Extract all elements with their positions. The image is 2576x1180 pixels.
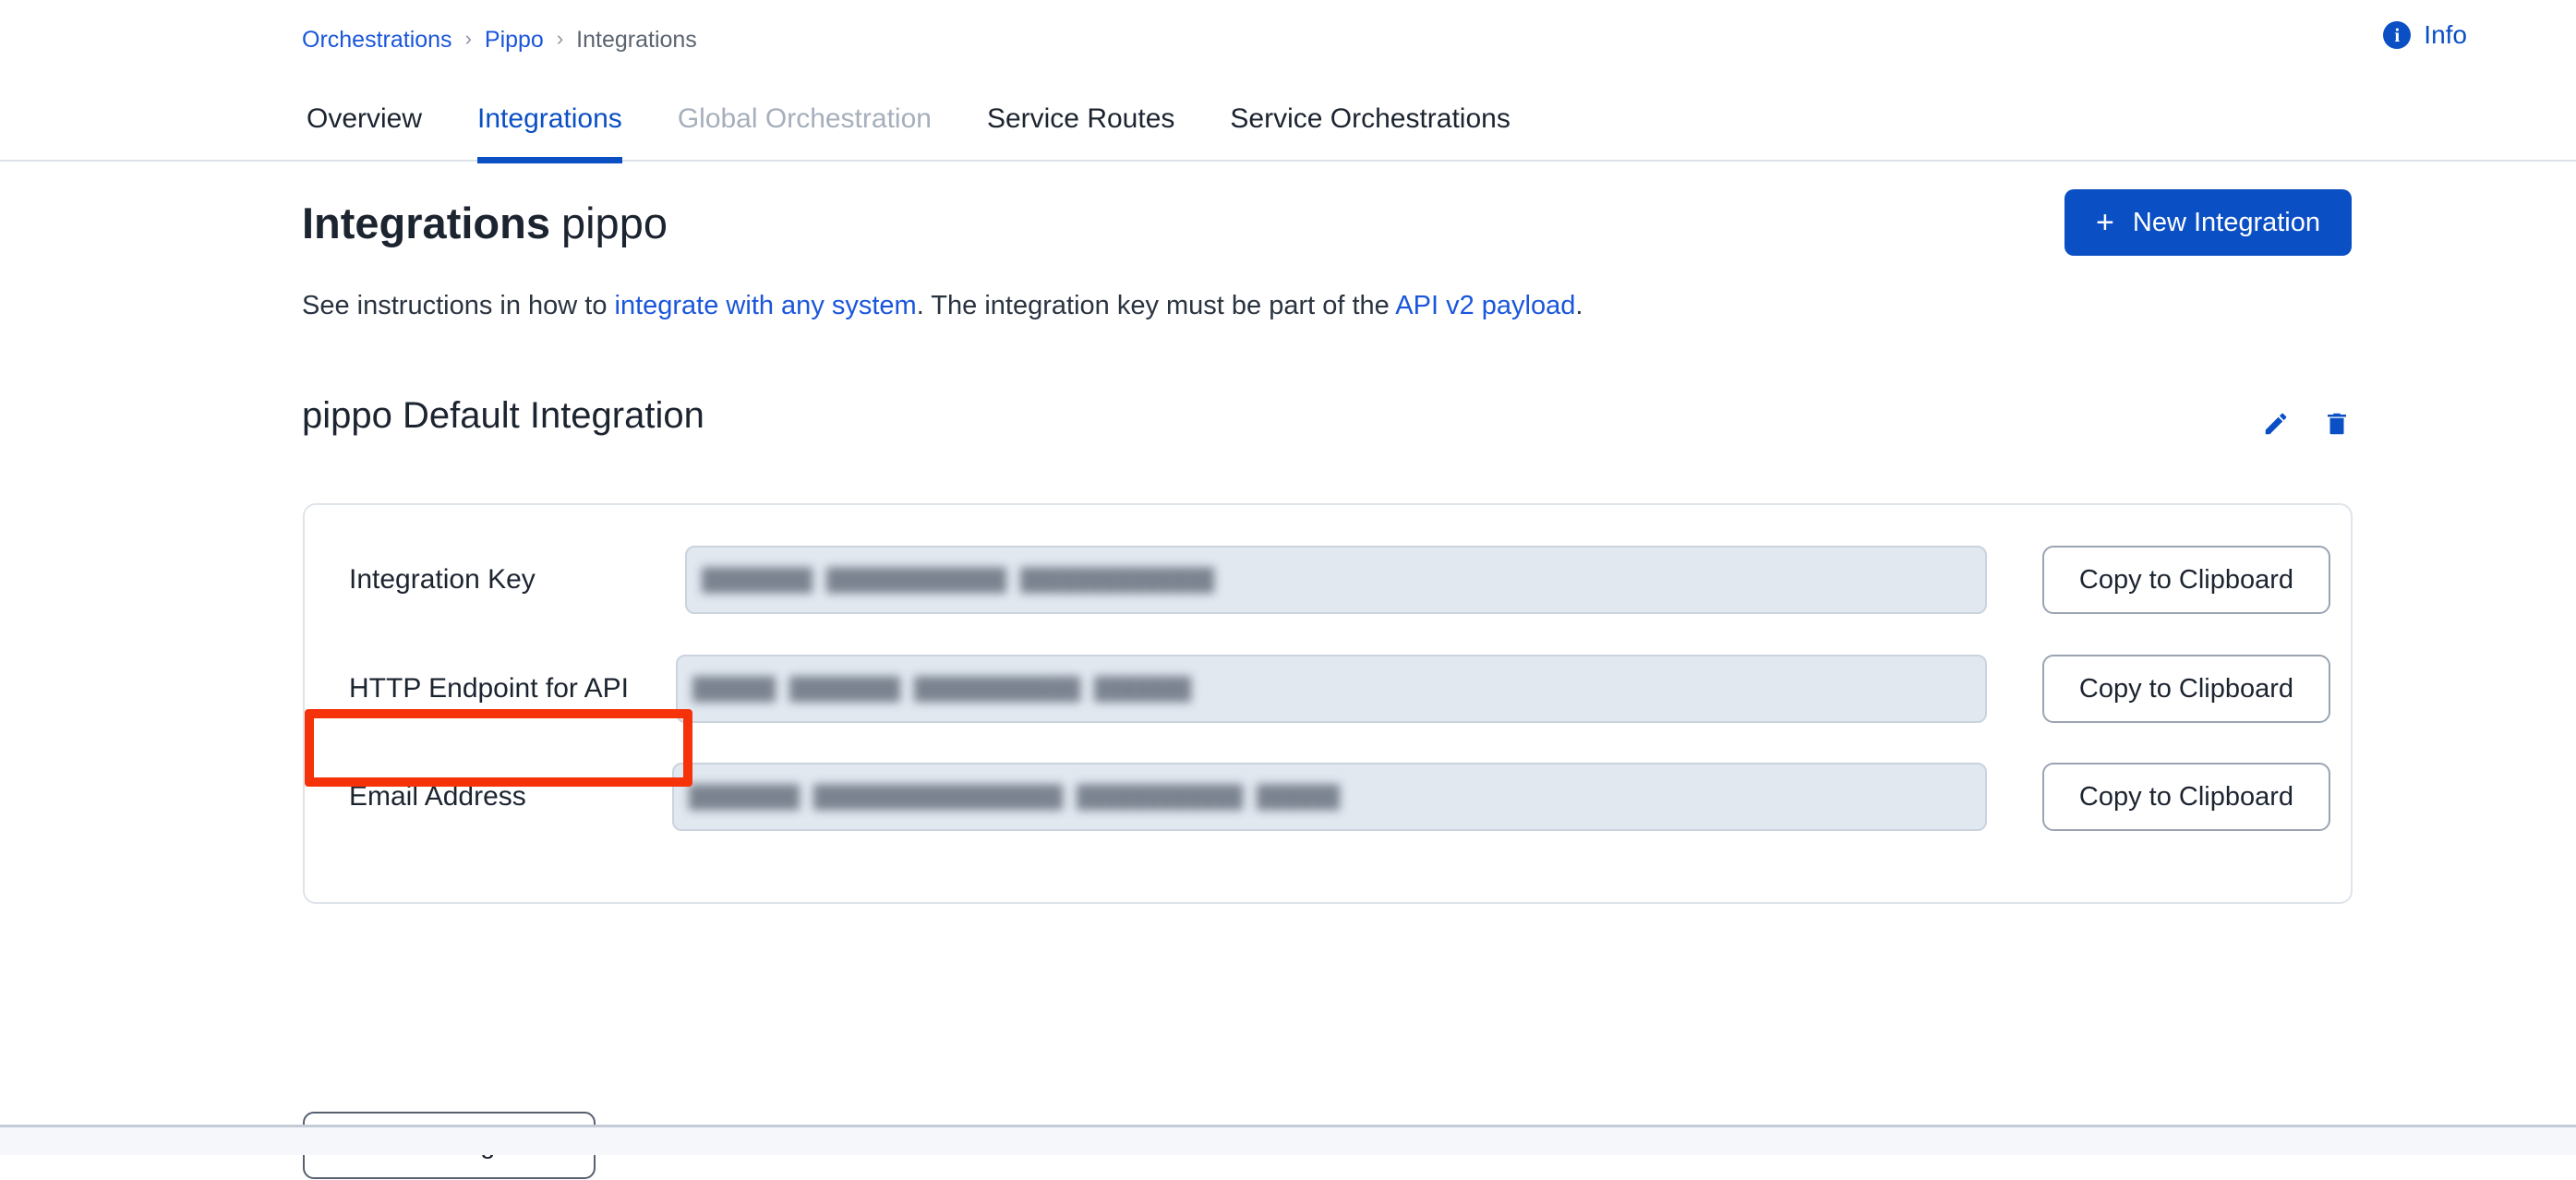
trash-delete-icon: [2328, 413, 2346, 435]
info-circle-icon: i: [2383, 21, 2412, 49]
field-row-http-endpoint: HTTP Endpoint for API ██████ ████████ ██…: [305, 655, 2351, 723]
instructions-text: See instructions in how to integrate wit…: [302, 291, 1583, 321]
field-value-http-endpoint[interactable]: ██████ ████████ ████████████ ███████: [676, 655, 1987, 723]
integration-section-actions: [2261, 409, 2352, 439]
redacted-value-http-endpoint: ██████ ████████ ████████████ ███████: [692, 675, 1192, 703]
breadcrumb-item-integrations: Integrations: [576, 27, 697, 53]
page-title-secondary: pippo: [560, 198, 668, 247]
instructions-part-3: .: [1575, 291, 1583, 320]
breadcrumb-separator-icon: ›: [464, 27, 472, 50]
field-value-integration-key[interactable]: ████████ █████████████ ██████████████: [685, 546, 1987, 614]
plus-icon: +: [2096, 205, 2114, 240]
breadcrumb-separator-icon: ›: [556, 27, 564, 50]
field-label-integration-key: Integration Key: [349, 564, 536, 595]
tab-bar: Overview Integrations Global Orchestrati…: [0, 85, 2576, 163]
edit-integration-button[interactable]: [2261, 409, 2291, 439]
pencil-edit-icon: [2265, 413, 2287, 435]
redacted-value-integration-key: ████████ █████████████ ██████████████: [702, 566, 1215, 594]
info-label: Info: [2424, 20, 2467, 49]
page-title: Integrations pippo: [302, 198, 668, 248]
page-title-primary: Integrations: [302, 198, 550, 247]
new-integration-button-top[interactable]: + New Integration: [2064, 189, 2352, 256]
footer-band: [0, 1127, 2576, 1155]
copy-to-clipboard-button-http-endpoint[interactable]: Copy to Clipboard: [2042, 655, 2330, 723]
tab-service-routes[interactable]: Service Routes: [959, 85, 1202, 162]
copy-to-clipboard-button-integration-key[interactable]: Copy to Clipboard: [2042, 546, 2330, 614]
integrations-page: Orchestrations › Pippo › Integrations i …: [0, 0, 2576, 1180]
redacted-value-email-address: ████████ ██████████████████ ████████████…: [689, 783, 1341, 811]
delete-integration-button[interactable]: [2322, 409, 2352, 439]
tab-service-orchestrations[interactable]: Service Orchestrations: [1202, 85, 1537, 162]
field-label-http-endpoint: HTTP Endpoint for API: [349, 673, 629, 704]
field-value-email-address[interactable]: ████████ ██████████████████ ████████████…: [672, 763, 1987, 831]
breadcrumb: Orchestrations › Pippo › Integrations: [302, 26, 697, 54]
top-bar: Orchestrations › Pippo › Integrations i …: [0, 0, 2576, 85]
field-label-email-address: Email Address: [349, 781, 526, 812]
new-integration-button-top-label: New Integration: [2132, 207, 2320, 237]
tab-overview[interactable]: Overview: [302, 85, 450, 162]
instructions-part-2: . The integration key must be part of th…: [916, 291, 1396, 320]
field-row-integration-key: Integration Key ████████ █████████████ █…: [305, 546, 2351, 614]
integration-section-title: pippo Default Integration: [302, 395, 704, 436]
instructions-part-1: See instructions in how to: [302, 291, 615, 320]
api-v2-payload-link[interactable]: API v2 payload: [1395, 291, 1575, 320]
integrate-with-any-system-link[interactable]: integrate with any system: [615, 291, 917, 320]
info-button[interactable]: i Info: [2383, 20, 2467, 50]
breadcrumb-item-pippo[interactable]: Pippo: [485, 26, 544, 54]
tab-integrations[interactable]: Integrations: [450, 85, 650, 163]
field-row-email-address: Email Address ████████ █████████████████…: [305, 763, 2351, 831]
page-title-row: Integrations pippo + New Integration: [302, 189, 2352, 256]
copy-to-clipboard-button-email-address[interactable]: Copy to Clipboard: [2042, 763, 2330, 831]
integration-details-card: Integration Key ████████ █████████████ █…: [303, 503, 2353, 904]
tab-global-orchestration: Global Orchestration: [677, 103, 932, 134]
breadcrumb-item-orchestrations[interactable]: Orchestrations: [302, 26, 452, 54]
